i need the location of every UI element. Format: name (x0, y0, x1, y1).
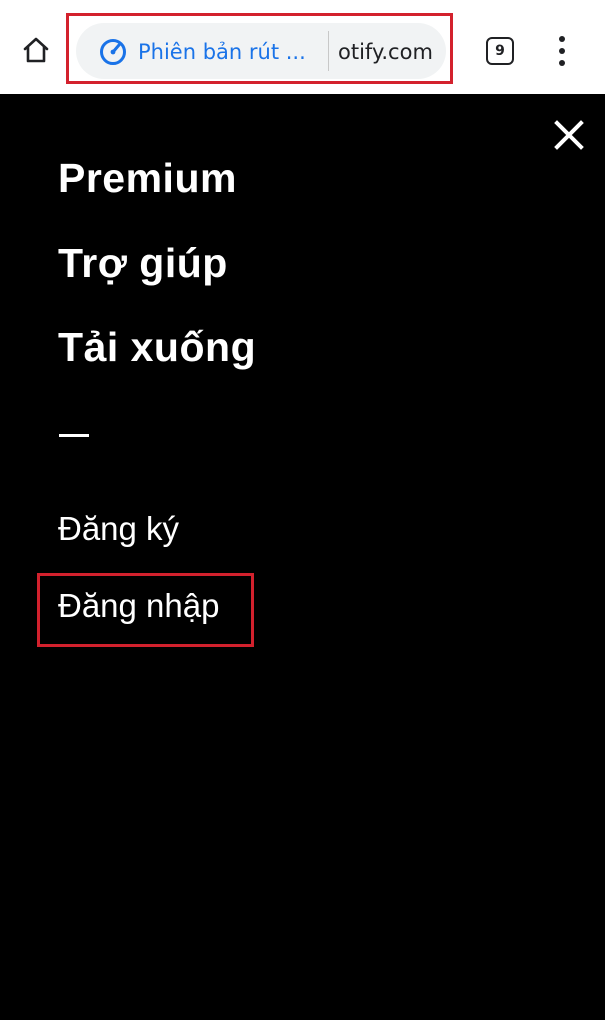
close-icon[interactable] (552, 118, 586, 152)
tab-count: 9 (495, 43, 505, 59)
menu-dot (559, 48, 565, 54)
menu-dot (559, 60, 565, 66)
tab-switcher-button[interactable]: 9 (486, 37, 514, 65)
menu-dot (559, 36, 565, 42)
home-icon (23, 37, 49, 63)
nav-link-premium[interactable]: Premium (58, 155, 237, 202)
home-button[interactable] (14, 30, 58, 70)
nav-link-signup[interactable]: Đăng ký (58, 510, 179, 548)
nav-link-help[interactable]: Trợ giúp (58, 240, 228, 287)
browser-toolbar: Phiên bản rút ... otify.com 9 (0, 0, 605, 94)
login-highlight-box (37, 573, 254, 647)
more-vert-icon[interactable] (548, 33, 576, 69)
nav-link-download[interactable]: Tải xuống (58, 324, 256, 371)
menu-divider (59, 434, 89, 437)
omnibox-highlight-box (66, 13, 453, 84)
